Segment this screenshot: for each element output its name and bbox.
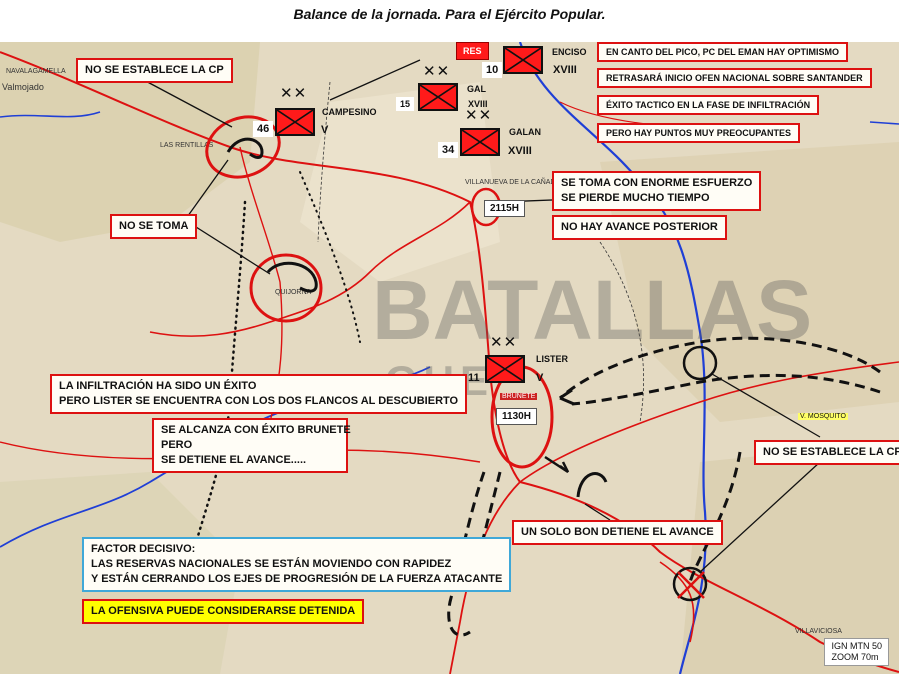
unit-campesino [275, 108, 315, 136]
campesino-name: CAMPESINO [322, 107, 377, 117]
callout-cp-southeast: NO SE ESTABLECE LA CP [754, 440, 899, 465]
map-source-line2: ZOOM 70m [831, 652, 879, 662]
galan-name: GALAN [509, 127, 541, 137]
enciso-number: 10 [482, 62, 503, 78]
infiltracion-line2: PERO LISTER SE ENCUENTRA CON LOS DOS FLA… [59, 395, 459, 407]
gal-name: GAL [467, 84, 486, 94]
page-title: Balance de la jornada. Para el Ejército … [293, 6, 606, 22]
factor-title: FACTOR DECISIVO: [91, 543, 196, 555]
callout-un-solo-bon: UN SOLO BON DETIENE EL AVANCE [512, 520, 723, 545]
galan-corps: XVIII [508, 145, 532, 157]
campesino-division-marker: ✕✕ [280, 84, 308, 102]
time-brunete: 1130H [496, 408, 537, 425]
enciso-name: ENCISO [552, 47, 587, 57]
lister-corps: V [536, 372, 544, 384]
callout-brunete: SE ALCANZA CON ÉXITO BRUNETE PERO SE DET… [152, 418, 351, 473]
lister-division-marker: ✕✕ [490, 333, 518, 351]
enciso-corps: XVIII [553, 64, 577, 76]
callout-se-toma: SE TOMA CON ENORME ESFUERZO SE PIERDE MU… [552, 171, 762, 211]
unit-galan [460, 128, 500, 156]
factor-line1: LAS RESERVAS NACIONALES SE ESTÁN MOVIEND… [91, 558, 452, 570]
reserve-badge: RES [456, 42, 489, 60]
callout-optimism: EN CANTO DEL PICO, PC DEL EMAN HAY OPTIM… [597, 42, 849, 62]
brunete-line3: SE DETIENE EL AVANCE..... [161, 454, 307, 466]
callout-infiltracion: LA INFILTRACIÓN HA SIDO UN ÉXITO PERO LI… [50, 374, 468, 414]
gal-division-marker: ✕✕ [423, 62, 451, 80]
callout-tactical-success: ÉXITO TACTICO EN LA FASE DE INFILTRACIÓN [597, 95, 820, 115]
callout-cp-northwest: NO SE ESTABLECE LA CP [76, 58, 233, 83]
map-source-line1: IGN MTN 50 [831, 641, 882, 651]
unit-lister [485, 355, 525, 383]
campesino-corps: V [321, 124, 329, 136]
callout-worry: PERO HAY PUNTOS MUY PREOCUPANTES [597, 123, 801, 143]
callout-ofensiva-detenida: LA OFENSIVA PUEDE CONSIDERARSE DETENIDA [82, 599, 365, 624]
galan-division-marker: ✕✕ [465, 106, 493, 124]
unit-enciso [503, 46, 543, 74]
unit-gal [418, 83, 458, 111]
se-toma-line1: SE TOMA CON ENORME ESFUERZO [561, 177, 753, 189]
callout-factor-decisivo: FACTOR DECISIVO: LAS RESERVAS NACIONALES… [82, 537, 512, 592]
gal-number: 15 [396, 97, 415, 111]
galan-number: 34 [438, 142, 459, 158]
map-source: IGN MTN 50 ZOOM 70m [824, 638, 889, 666]
brunete-line2: PERO [161, 439, 193, 451]
se-toma-line2: SE PIERDE MUCHO TIEMPO [561, 192, 710, 204]
time-villanueva: 2115H [484, 200, 525, 217]
brunete-line1: SE ALCANZA CON ÉXITO BRUNETE [161, 424, 351, 436]
campesino-number: 46 [253, 121, 274, 137]
callout-no-se-toma: NO SE TOMA [110, 214, 198, 239]
tactical-map: BATALLAS GUE NAVALAGAMELLA Valmojado LAS… [0, 42, 899, 674]
factor-line2: Y ESTÁN CERRANDO LOS EJES DE PROGRESIÓN … [91, 573, 503, 585]
callout-no-avance: NO HAY AVANCE POSTERIOR [552, 215, 727, 240]
infiltracion-line1: LA INFILTRACIÓN HA SIDO UN ÉXITO [59, 380, 257, 392]
callout-delay: RETRASARÁ INICIO OFEN NACIONAL SOBRE SAN… [597, 68, 872, 88]
lister-name: LISTER [536, 354, 569, 364]
